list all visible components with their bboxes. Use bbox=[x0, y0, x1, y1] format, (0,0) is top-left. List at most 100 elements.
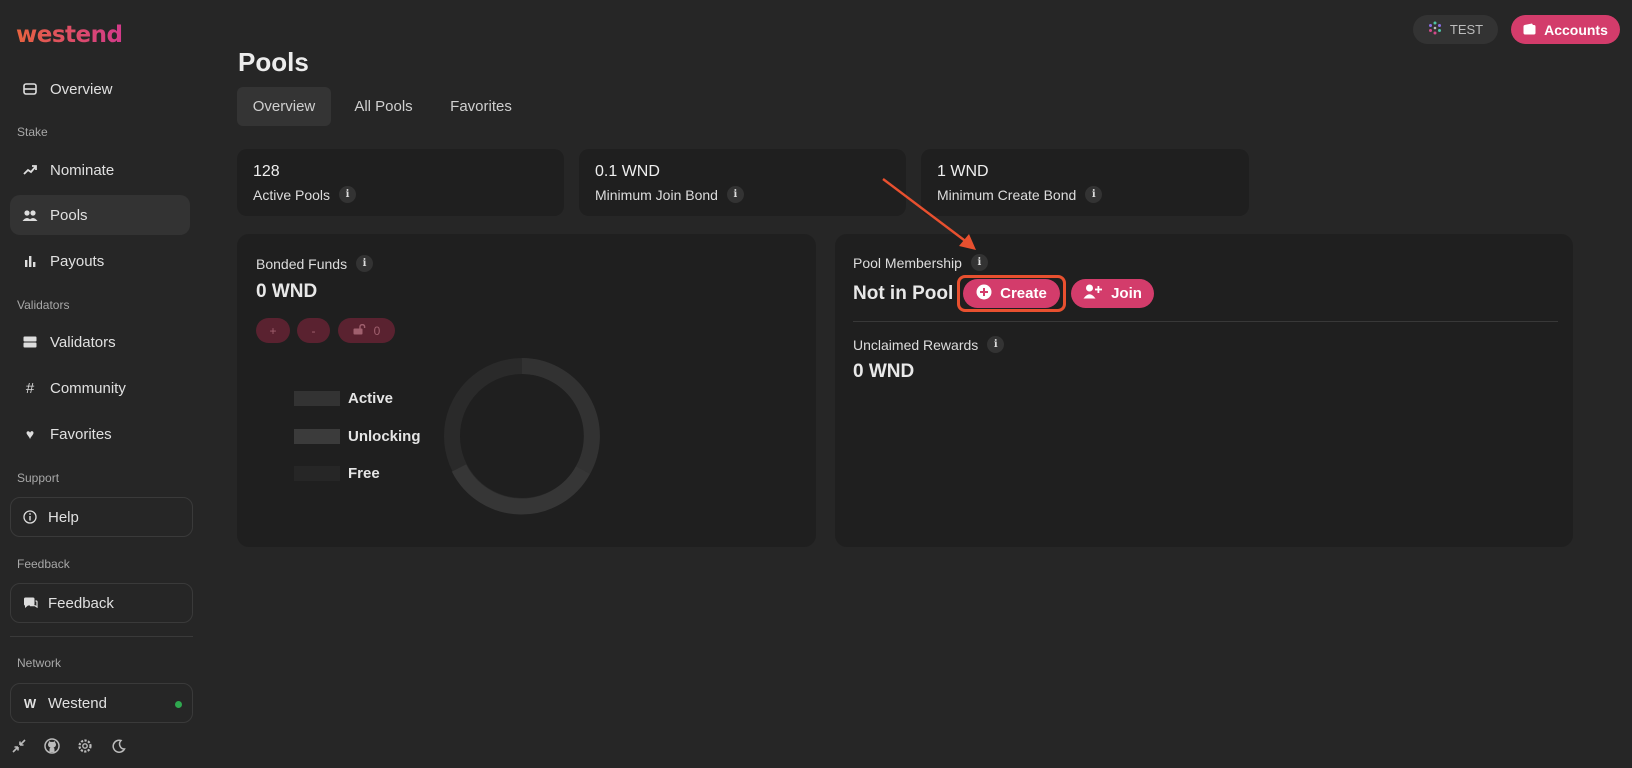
settings-icon[interactable] bbox=[76, 737, 94, 755]
stat-label: Active Pools i bbox=[253, 186, 564, 203]
legend-swatch bbox=[294, 429, 340, 444]
feedback-label: Feedback bbox=[48, 594, 114, 612]
accounts-button[interactable]: Accounts bbox=[1511, 15, 1620, 44]
legend-swatch bbox=[294, 391, 340, 406]
pool-membership-panel bbox=[835, 234, 1573, 547]
bond-remove-button[interactable]: - bbox=[297, 318, 330, 343]
stat-label: Minimum Join Bond i bbox=[595, 186, 906, 203]
users-icon bbox=[21, 209, 39, 222]
sidebar-item-community[interactable]: # Community bbox=[10, 368, 190, 408]
trend-up-icon bbox=[21, 164, 39, 176]
sidebar-item-pools[interactable]: Pools bbox=[10, 195, 190, 235]
legend-unlocking: Unlocking bbox=[294, 428, 421, 445]
stat-label: Minimum Create Bond i bbox=[937, 186, 1249, 203]
stat-min-join-bond: 0.1 WND Minimum Join Bond i bbox=[579, 149, 906, 216]
bar-chart-icon bbox=[21, 255, 39, 267]
info-icon[interactable]: i bbox=[339, 186, 357, 203]
sidebar-item-label: Nominate bbox=[50, 161, 115, 179]
accounts-label: Accounts bbox=[1544, 21, 1608, 38]
list-icon bbox=[21, 83, 39, 95]
bonded-funds-label-text: Bonded Funds bbox=[256, 255, 348, 272]
collapse-icon[interactable] bbox=[10, 737, 28, 755]
legend-label: Unlocking bbox=[348, 428, 421, 445]
sidebar-footer-icons bbox=[10, 737, 127, 755]
network-status-dot bbox=[175, 701, 182, 708]
join-label: Join bbox=[1111, 285, 1142, 302]
legend-free: Free bbox=[294, 465, 380, 482]
section-validators: Validators bbox=[17, 298, 70, 312]
pool-membership-label: Pool Membership i bbox=[853, 254, 988, 271]
membership-status: Not in Pool bbox=[853, 283, 954, 304]
unlock-count: 0 bbox=[373, 323, 381, 338]
unlock-button[interactable]: 0 bbox=[338, 318, 395, 343]
section-stake: Stake bbox=[17, 125, 48, 139]
server-icon bbox=[21, 336, 39, 348]
donut-segment-1 bbox=[521, 358, 600, 474]
unclaimed-rewards-label: Unclaimed Rewards i bbox=[853, 336, 1005, 353]
join-pool-button[interactable]: Join bbox=[1071, 279, 1154, 308]
sidebar-item-label: Overview bbox=[50, 80, 113, 98]
bonded-funds-donut bbox=[444, 358, 600, 515]
sidebar-divider bbox=[10, 636, 193, 637]
stat-value: 0.1 WND bbox=[595, 163, 660, 180]
westend-network-icon: W bbox=[23, 695, 37, 711]
create-highlight-box bbox=[957, 275, 1066, 312]
unclaimed-rewards-label-text: Unclaimed Rewards bbox=[853, 336, 979, 353]
user-plus-icon bbox=[1083, 284, 1103, 303]
sidebar-item-validators[interactable]: Validators bbox=[10, 322, 190, 362]
info-icon[interactable]: i bbox=[726, 186, 744, 203]
sidebar-item-label: Favorites bbox=[50, 425, 112, 443]
network-name: Westend bbox=[48, 694, 107, 712]
section-support: Support bbox=[17, 471, 60, 485]
polkadot-icon bbox=[1428, 21, 1442, 38]
moon-icon[interactable] bbox=[109, 737, 127, 755]
sidebar: westend Overview Stake Nominate Pools Pa… bbox=[0, 0, 202, 768]
help-button[interactable]: Help bbox=[10, 497, 193, 537]
stat-label-text: Active Pools bbox=[253, 186, 331, 203]
legend-label: Active bbox=[348, 390, 394, 407]
stat-value: 1 WND bbox=[937, 163, 989, 180]
test-label: TEST bbox=[1449, 22, 1484, 37]
wallet-icon bbox=[1523, 22, 1536, 38]
unlock-icon bbox=[353, 323, 367, 338]
sidebar-item-payouts[interactable]: Payouts bbox=[10, 241, 190, 281]
legend-swatch bbox=[294, 466, 340, 481]
tab-all-pools[interactable]: All Pools bbox=[343, 87, 424, 126]
test-network-badge[interactable]: TEST bbox=[1413, 15, 1498, 44]
legend-active: Active bbox=[294, 390, 393, 407]
westend-logo[interactable]: westend bbox=[16, 22, 123, 48]
annotation-arrow-icon bbox=[882, 178, 976, 250]
info-icon[interactable]: i bbox=[1085, 186, 1103, 203]
info-icon[interactable]: i bbox=[970, 254, 988, 271]
sidebar-item-overview[interactable]: Overview bbox=[10, 69, 190, 109]
network-selector[interactable]: W Westend bbox=[10, 683, 193, 723]
pool-membership-label-text: Pool Membership bbox=[853, 254, 962, 271]
unclaimed-rewards-value: 0 WND bbox=[853, 361, 915, 382]
heart-icon: ♥ bbox=[25, 426, 35, 442]
bonded-funds-value: 0 WND bbox=[256, 281, 318, 302]
sidebar-item-label: Validators bbox=[50, 333, 116, 351]
donut-segment-2 bbox=[451, 464, 591, 515]
chat-icon bbox=[22, 597, 38, 610]
tab-overview[interactable]: Overview bbox=[237, 87, 331, 126]
info-icon[interactable]: i bbox=[356, 255, 374, 272]
membership-divider bbox=[853, 321, 1558, 322]
page-title: Pools bbox=[238, 47, 309, 77]
sidebar-item-favorites[interactable]: ♥ Favorites bbox=[10, 414, 190, 454]
sidebar-item-label: Pools bbox=[50, 206, 88, 224]
bonded-funds-label: Bonded Funds i bbox=[256, 255, 374, 272]
stat-label-text: Minimum Join Bond bbox=[595, 186, 718, 203]
sidebar-item-label: Community bbox=[50, 379, 126, 397]
section-feedback: Feedback bbox=[17, 557, 70, 571]
sidebar-item-label: Payouts bbox=[50, 252, 105, 270]
feedback-button[interactable]: Feedback bbox=[10, 583, 193, 623]
info-icon bbox=[22, 510, 38, 524]
section-network: Network bbox=[17, 656, 62, 670]
stat-value: 128 bbox=[253, 163, 280, 180]
sidebar-item-nominate[interactable]: Nominate bbox=[10, 150, 190, 190]
github-icon[interactable] bbox=[43, 737, 61, 755]
bond-add-button[interactable]: + bbox=[256, 318, 290, 343]
tab-favorites[interactable]: Favorites bbox=[437, 87, 525, 126]
info-icon[interactable]: i bbox=[987, 336, 1005, 353]
legend-label: Free bbox=[348, 465, 380, 482]
